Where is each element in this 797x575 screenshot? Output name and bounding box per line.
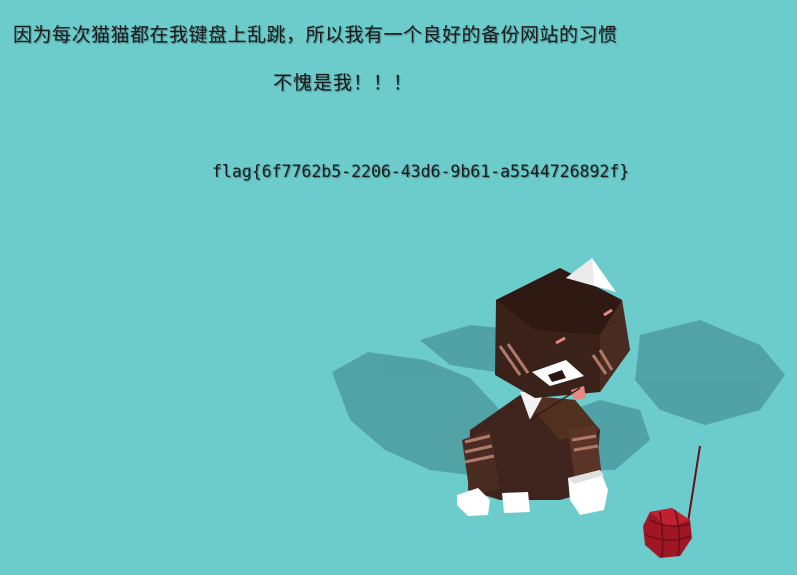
yarn-ball <box>643 445 701 558</box>
cat-figure <box>457 258 630 516</box>
cat-scene <box>332 258 785 558</box>
